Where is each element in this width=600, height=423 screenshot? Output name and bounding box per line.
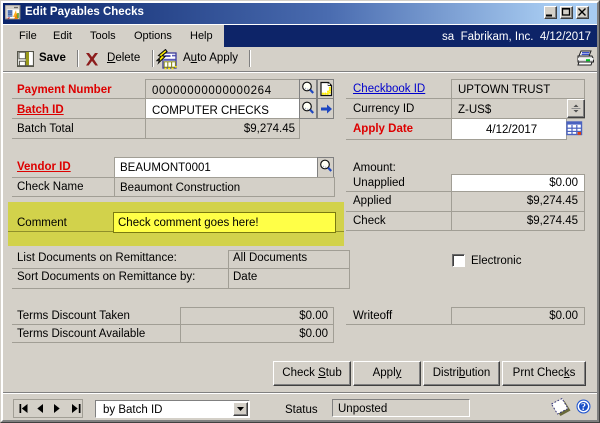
svg-text:?: ? — [581, 402, 586, 413]
